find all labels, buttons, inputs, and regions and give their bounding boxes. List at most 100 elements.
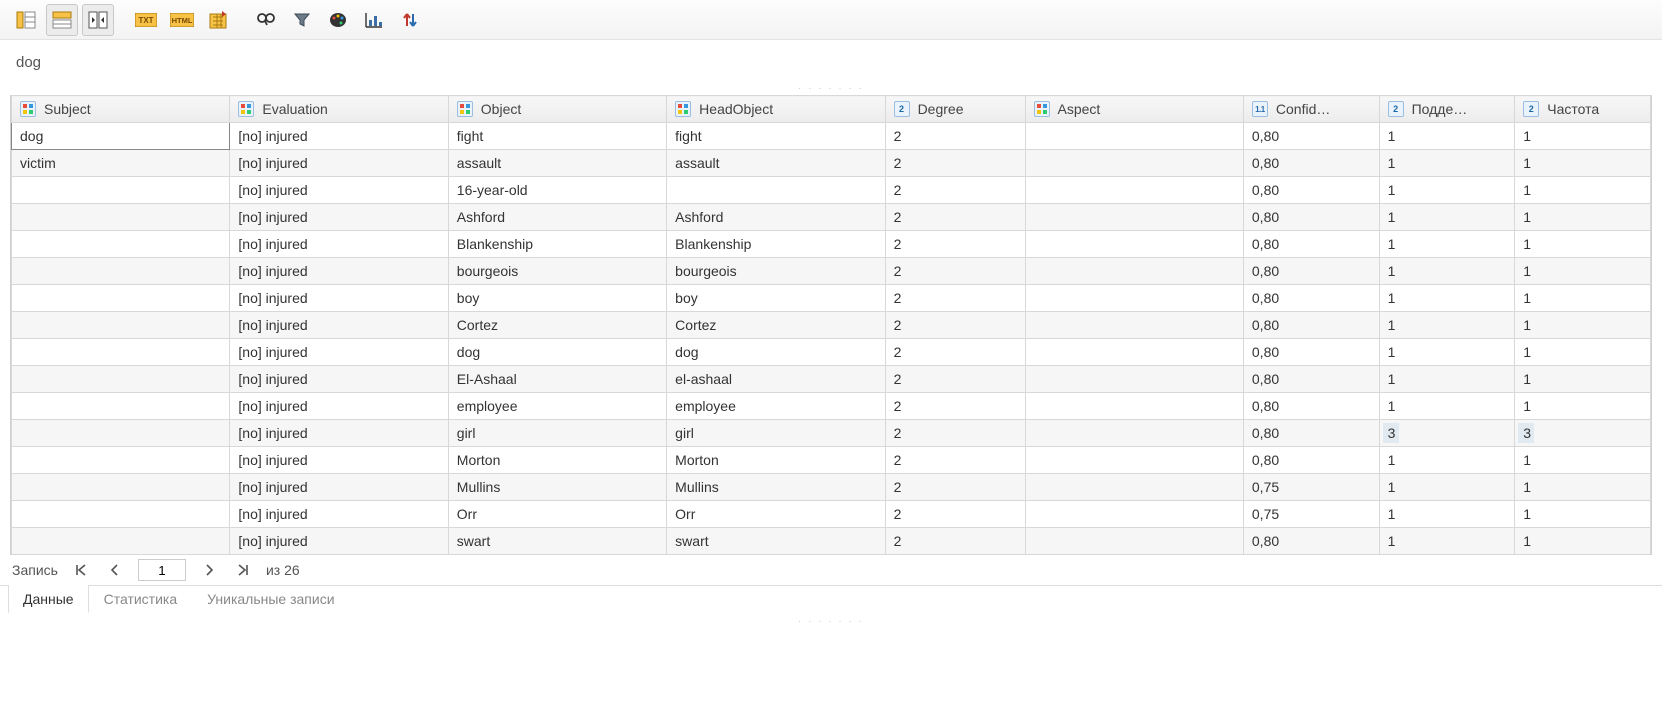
cell-degree[interactable]: 2	[885, 447, 1025, 474]
cell-degree[interactable]: 2	[885, 366, 1025, 393]
cell-degree[interactable]: 2	[885, 312, 1025, 339]
cell-confidence[interactable]: 0,80	[1243, 123, 1379, 150]
cell-support[interactable]: 1	[1379, 501, 1515, 528]
cell-degree[interactable]: 2	[885, 285, 1025, 312]
cell-object[interactable]: Blankenship	[448, 231, 666, 258]
cell-headobject[interactable]: girl	[667, 420, 885, 447]
cell-subject[interactable]	[12, 177, 230, 204]
table-row[interactable]: [no] injureddogdog20,8011	[12, 339, 1651, 366]
cell-confidence[interactable]: 0,80	[1243, 447, 1379, 474]
table-row[interactable]: dog[no] injuredfightfight20,8011	[12, 123, 1651, 150]
cell-headobject[interactable]: fight	[667, 123, 885, 150]
table-row[interactable]: [no] injuredgirlgirl20,8033	[12, 420, 1651, 447]
cell-confidence[interactable]: 0,80	[1243, 420, 1379, 447]
prev-page-button[interactable]	[104, 559, 126, 581]
table-row[interactable]: [no] injuredOrrOrr20,7511	[12, 501, 1651, 528]
cell-object[interactable]: 16-year-old	[448, 177, 666, 204]
cell-headobject[interactable]: employee	[667, 393, 885, 420]
cell-headobject[interactable]: el-ashaal	[667, 366, 885, 393]
cell-degree[interactable]: 2	[885, 339, 1025, 366]
column-header-subject[interactable]: Subject	[12, 96, 230, 123]
cell-confidence[interactable]: 0,75	[1243, 501, 1379, 528]
cell-aspect[interactable]	[1025, 177, 1243, 204]
table-row[interactable]: [no] injuredCortezCortez20,8011	[12, 312, 1651, 339]
table-row[interactable]: [no] injuredboyboy20,8011	[12, 285, 1651, 312]
cell-subject[interactable]	[12, 447, 230, 474]
cell-subject[interactable]	[12, 420, 230, 447]
cell-confidence[interactable]: 0,80	[1243, 312, 1379, 339]
cell-frequency[interactable]: 1	[1515, 393, 1651, 420]
cell-object[interactable]: Cortez	[448, 312, 666, 339]
cell-evaluation[interactable]: [no] injured	[230, 204, 448, 231]
cell-subject[interactable]	[12, 501, 230, 528]
cell-frequency[interactable]: 1	[1515, 285, 1651, 312]
table-row[interactable]: [no] injuredswartswart20,8011	[12, 528, 1651, 555]
cell-degree[interactable]: 2	[885, 420, 1025, 447]
cell-object[interactable]: Ashford	[448, 204, 666, 231]
cell-confidence[interactable]: 0,80	[1243, 150, 1379, 177]
cell-subject[interactable]: dog	[12, 123, 230, 150]
cell-headobject[interactable]: dog	[667, 339, 885, 366]
cell-object[interactable]: employee	[448, 393, 666, 420]
cell-frequency[interactable]: 1	[1515, 501, 1651, 528]
cell-evaluation[interactable]: [no] injured	[230, 150, 448, 177]
cell-object[interactable]: bourgeois	[448, 258, 666, 285]
cell-evaluation[interactable]: [no] injured	[230, 420, 448, 447]
cell-confidence[interactable]: 0,80	[1243, 258, 1379, 285]
cell-evaluation[interactable]: [no] injured	[230, 474, 448, 501]
cell-evaluation[interactable]: [no] injured	[230, 501, 448, 528]
horizontal-view-icon[interactable]	[46, 4, 78, 36]
cell-aspect[interactable]	[1025, 447, 1243, 474]
filter-icon[interactable]	[286, 4, 318, 36]
cell-object[interactable]: dog	[448, 339, 666, 366]
txt-export-icon[interactable]: TXT	[130, 4, 162, 36]
cell-headobject[interactable]: Ashford	[667, 204, 885, 231]
cell-object[interactable]: girl	[448, 420, 666, 447]
cell-object[interactable]: boy	[448, 285, 666, 312]
cell-degree[interactable]: 2	[885, 474, 1025, 501]
cell-subject[interactable]	[12, 231, 230, 258]
cell-subject[interactable]	[12, 285, 230, 312]
column-header-support[interactable]: 2Подде…	[1379, 96, 1515, 123]
table-row[interactable]: [no] injuredemployeeemployee20,8011	[12, 393, 1651, 420]
cell-object[interactable]: Mullins	[448, 474, 666, 501]
cell-subject[interactable]	[12, 474, 230, 501]
cell-support[interactable]: 3	[1379, 420, 1515, 447]
cell-aspect[interactable]	[1025, 312, 1243, 339]
cell-degree[interactable]: 2	[885, 204, 1025, 231]
cell-aspect[interactable]	[1025, 204, 1243, 231]
search-icon[interactable]	[250, 4, 282, 36]
cell-subject[interactable]	[12, 393, 230, 420]
cell-aspect[interactable]	[1025, 123, 1243, 150]
next-page-button[interactable]	[198, 559, 220, 581]
palette-icon[interactable]	[322, 4, 354, 36]
column-header-confidence[interactable]: 1.1Confid…	[1243, 96, 1379, 123]
vertical-view-icon[interactable]	[10, 4, 42, 36]
cell-subject[interactable]	[12, 312, 230, 339]
cell-aspect[interactable]	[1025, 231, 1243, 258]
html-export-icon[interactable]: HTML	[166, 4, 198, 36]
cell-support[interactable]: 1	[1379, 231, 1515, 258]
cell-frequency[interactable]: 1	[1515, 231, 1651, 258]
last-page-button[interactable]	[232, 559, 254, 581]
cell-object[interactable]: Orr	[448, 501, 666, 528]
cell-evaluation[interactable]: [no] injured	[230, 177, 448, 204]
cell-subject[interactable]	[12, 528, 230, 555]
cell-degree[interactable]: 2	[885, 258, 1025, 285]
cell-aspect[interactable]	[1025, 474, 1243, 501]
first-page-button[interactable]	[70, 559, 92, 581]
cell-confidence[interactable]: 0,80	[1243, 339, 1379, 366]
column-header-frequency[interactable]: 2Частота	[1515, 96, 1651, 123]
cell-object[interactable]: assault	[448, 150, 666, 177]
table-row[interactable]: [no] injuredAshfordAshford20,8011	[12, 204, 1651, 231]
cell-subject[interactable]: victim	[12, 150, 230, 177]
cell-headobject[interactable]: Orr	[667, 501, 885, 528]
cell-evaluation[interactable]: [no] injured	[230, 258, 448, 285]
table-row[interactable]: [no] injuredEl-Ashaalel-ashaal20,8011	[12, 366, 1651, 393]
cell-degree[interactable]: 2	[885, 150, 1025, 177]
table-row[interactable]: [no] injured16-year-old20,8011	[12, 177, 1651, 204]
cell-confidence[interactable]: 0,80	[1243, 528, 1379, 555]
tab-Данные[interactable]: Данные	[8, 585, 89, 614]
cell-aspect[interactable]	[1025, 150, 1243, 177]
cell-support[interactable]: 1	[1379, 339, 1515, 366]
